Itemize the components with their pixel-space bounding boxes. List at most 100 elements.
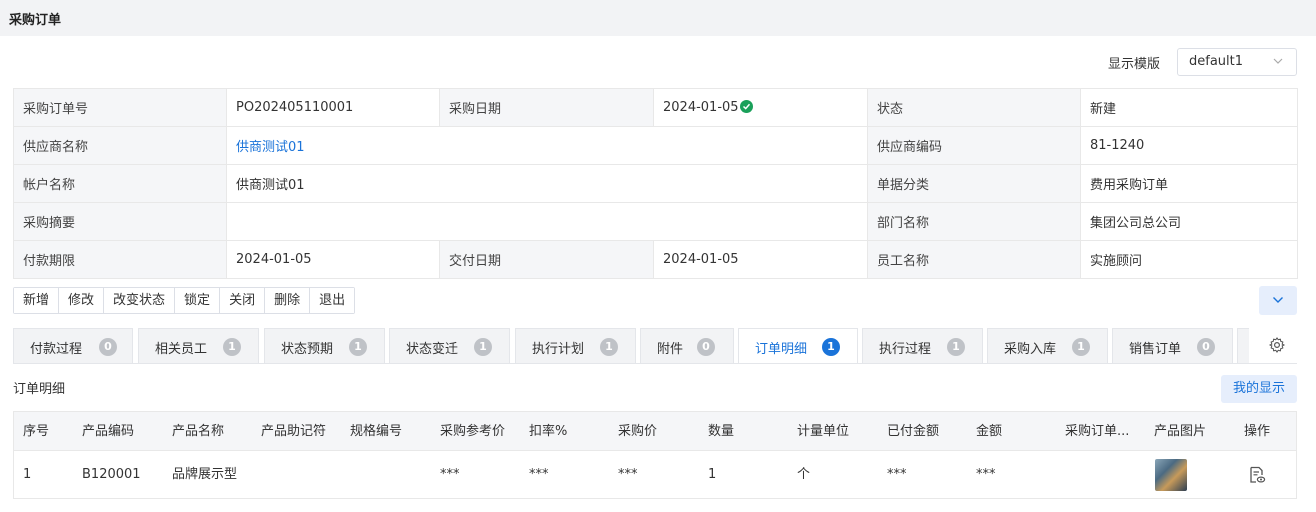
field-label: 员工名称: [867, 240, 1081, 279]
column-header[interactable]: 已付金额: [887, 412, 973, 451]
tab-label: 采购入库: [1004, 342, 1057, 357]
template-select-value: default1: [1189, 54, 1244, 69]
close-button[interactable]: 关闭: [219, 288, 265, 313]
page-title: 采购订单: [9, 13, 62, 28]
tab-count-badge: 0: [99, 338, 117, 356]
action-toolbar: 新增 修改 改变状态 锁定 关闭 删除 退出: [13, 287, 356, 314]
column-header[interactable]: 数量: [708, 412, 794, 451]
tab-label: 状态预期: [281, 342, 334, 357]
template-select[interactable]: default1: [1177, 48, 1297, 76]
info-row: 供应商名称 供商测试01 供应商编码 81-1240: [13, 126, 1298, 165]
column-header[interactable]: 产品助记符: [261, 412, 347, 451]
column-header[interactable]: 采购参考价: [440, 412, 526, 451]
new-button[interactable]: 新增: [14, 288, 59, 313]
quantity: 1: [708, 467, 717, 482]
tab-order-details[interactable]: 订单明细 1: [738, 328, 858, 364]
edit-button[interactable]: 修改: [58, 288, 104, 313]
tab-bar: 付款过程 0 相关员工 1 状态预期 1 状态变迁 1 执行计划 1 附件 0 订单明细 1 …: [13, 328, 1249, 364]
field-label: 状态: [867, 88, 1081, 127]
tab-execution-plan[interactable]: 执行计划 1: [515, 328, 636, 364]
product-code: B120001: [82, 467, 141, 482]
tab-label: 状态变迁: [406, 342, 459, 357]
tab-payment-process[interactable]: 付款过程 0: [13, 328, 133, 364]
tab-count-badge: 0: [697, 338, 715, 356]
table-row[interactable]: 1 B120001 品牌展示型 *** *** *** 1 个 *** ***: [14, 451, 1296, 498]
gear-icon[interactable]: [1268, 336, 1286, 354]
employee-value: 实施顾问: [1080, 240, 1298, 279]
product-name-link[interactable]: 品牌展示型: [172, 451, 258, 498]
page-header: 采购订单: [0, 0, 1316, 36]
order-info-table: 采购订单号 PO202405110001 采购日期 2024-01-05 状态 …: [13, 88, 1298, 279]
field-label: 部门名称: [867, 202, 1081, 241]
field-label: 供应商名称: [13, 126, 227, 165]
column-header[interactable]: 采购订单...: [1065, 412, 1145, 451]
expand-button[interactable]: [1259, 286, 1297, 315]
column-header[interactable]: 产品编码: [82, 412, 168, 451]
product-thumbnail[interactable]: [1155, 459, 1187, 491]
check-circle-icon: [739, 100, 753, 113]
order-date-cell: 2024-01-05: [653, 88, 868, 127]
tab-purchase-receipt[interactable]: 采购入库 1: [987, 328, 1108, 364]
supplier-name-link[interactable]: 供商测试01: [236, 140, 305, 155]
tab-label: 订单明细: [755, 342, 808, 357]
tab-execution-process[interactable]: 执行过程 1: [862, 328, 983, 364]
summary-value: [226, 202, 868, 241]
delete-button[interactable]: 删除: [264, 288, 310, 313]
template-label: 显示模版: [1108, 57, 1161, 72]
tab-status-transition[interactable]: 状态变迁 1: [389, 328, 510, 364]
column-header[interactable]: 金额: [976, 412, 1062, 451]
tab-count-badge: 1: [947, 338, 965, 356]
column-header[interactable]: 序号: [23, 412, 78, 451]
column-header[interactable]: 计量单位: [797, 412, 883, 451]
tab-divider: [13, 363, 1297, 364]
column-header[interactable]: 产品图片: [1154, 412, 1234, 451]
change-status-button[interactable]: 改变状态: [103, 288, 175, 313]
discount-rate: ***: [529, 467, 549, 482]
column-header[interactable]: 采购价: [618, 412, 704, 451]
lock-button[interactable]: 锁定: [174, 288, 220, 313]
field-label: 单据分类: [867, 164, 1081, 203]
tab-count-badge: 1: [600, 338, 618, 356]
unit: 个: [797, 467, 811, 482]
tab-label: 执行过程: [879, 342, 932, 357]
department-value: 集团公司总公司: [1080, 202, 1298, 241]
tab-count-badge: 1: [349, 338, 367, 356]
grid-header-row: 序号 产品编码 产品名称 产品助记符 规格编号 采购参考价 扣率% 采购价 数量…: [14, 412, 1296, 451]
account-name-value: 供商测试01: [226, 164, 868, 203]
supplier-code-value: 81-1240: [1080, 126, 1298, 165]
field-label: 帐户名称: [13, 164, 227, 203]
chevron-down-icon: [1273, 58, 1283, 64]
order-detail-grid: 序号 产品编码 产品名称 产品助记符 规格编号 采购参考价 扣率% 采购价 数量…: [13, 411, 1297, 499]
doc-category-value: 费用采购订单: [1080, 164, 1298, 203]
tab-sales-order[interactable]: 销售订单 0: [1112, 328, 1233, 364]
paid-amount: ***: [887, 467, 907, 482]
field-label: 采购摘要: [13, 202, 227, 241]
tab-count-badge: 1: [822, 338, 840, 356]
tab-attachments[interactable]: 附件 0: [640, 328, 734, 364]
column-header[interactable]: 规格编号: [350, 412, 436, 451]
my-display-button[interactable]: 我的显示: [1221, 375, 1297, 403]
tab-overflow[interactable]: [1237, 328, 1249, 364]
purchase-price: ***: [618, 467, 638, 482]
view-document-icon[interactable]: [1248, 466, 1266, 484]
column-header[interactable]: 操作: [1244, 412, 1294, 451]
info-row: 采购摘要 部门名称 集团公司总公司: [13, 202, 1298, 241]
reference-price: ***: [440, 467, 460, 482]
info-row: 付款期限 2024-01-05 交付日期 2024-01-05 员工名称 实施顾…: [13, 240, 1298, 279]
order-date-value: 2024-01-05: [663, 100, 739, 115]
field-label: 采购日期: [439, 88, 654, 127]
tab-label: 执行计划: [532, 342, 585, 357]
field-label: 采购订单号: [13, 88, 227, 127]
order-number-value: PO202405110001: [226, 88, 440, 127]
column-header[interactable]: 扣率%: [529, 412, 615, 451]
field-label: 供应商编码: [867, 126, 1081, 165]
column-header[interactable]: 产品名称: [172, 412, 258, 451]
tab-status-expectation[interactable]: 状态预期 1: [264, 328, 385, 364]
info-row: 帐户名称 供商测试01 单据分类 费用采购订单: [13, 164, 1298, 203]
delivery-date-value: 2024-01-05: [653, 240, 868, 279]
tab-count-badge: 1: [223, 338, 241, 356]
exit-button[interactable]: 退出: [309, 288, 355, 313]
tab-related-staff[interactable]: 相关员工 1: [138, 328, 259, 364]
field-label: 交付日期: [439, 240, 654, 279]
info-row: 采购订单号 PO202405110001 采购日期 2024-01-05 状态 …: [13, 88, 1298, 127]
